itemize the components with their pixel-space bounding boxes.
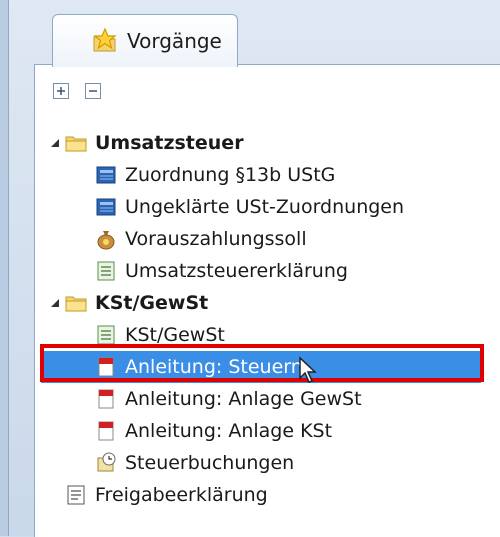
pdf-icon [98, 421, 114, 441]
tree-item-label: Ungeklärte USt-Zuordnungen [125, 196, 405, 218]
ledger-icon [96, 198, 116, 216]
tab-label: Vorgänge [127, 29, 222, 53]
form-icon [97, 325, 115, 345]
tree-group-umsatzsteuer[interactable]: Umsatzsteuer [49, 127, 244, 159]
tree-item-label: Umsatzsteuererklärung [125, 260, 348, 282]
tree-item[interactable]: Steuerbuchungen [95, 447, 294, 479]
left-frame [0, 0, 9, 536]
pdf-icon [98, 389, 114, 409]
tree-item[interactable]: Zuordnung §13b UStG [95, 159, 335, 191]
expand-all-icon[interactable] [53, 83, 69, 99]
collapse-all-icon[interactable] [85, 83, 101, 99]
doc-icon [67, 485, 85, 505]
tree-panel: Umsatzsteuer Zuordnung §13b UStG Ungeklä… [34, 64, 500, 537]
star-folder-icon [91, 27, 119, 55]
tree-item-label: Vorauszahlungssoll [125, 228, 307, 250]
money-bag-icon [97, 231, 115, 250]
folder-icon [65, 296, 87, 312]
tree-item-label: Steuerbuchungen [125, 452, 295, 474]
tab-vorgaenge[interactable]: Vorgänge [52, 14, 238, 67]
tree-group-label: KSt/GewSt [95, 292, 209, 314]
tree-item-label: Zuordnung §13b UStG [125, 164, 336, 186]
expanded-arrow-icon [51, 299, 59, 307]
tree-item[interactable]: Anleitung: Anlage KSt [95, 415, 332, 447]
tree-item-label: Anleitung: Anlage GewSt [125, 388, 362, 410]
tree-item-root[interactable]: Freigabeerklärung [65, 479, 268, 511]
folder-icon [65, 136, 87, 152]
highlight-box [40, 344, 484, 382]
tree-item-label: Freigabeerklärung [95, 484, 268, 506]
expanded-arrow-icon [51, 139, 59, 147]
clock-doc-icon [97, 452, 116, 472]
tree-item-label: KSt/GewSt [125, 324, 225, 346]
tree-item[interactable]: Anleitung: Anlage GewSt [95, 383, 362, 415]
tree-item[interactable]: Ungeklärte USt-Zuordnungen [95, 191, 404, 223]
tree-group-kst-gewst[interactable]: KSt/GewSt [49, 287, 208, 319]
tree-item-label: Anleitung: Anlage KSt [125, 420, 333, 442]
tree-item[interactable]: Vorauszahlungssoll [95, 223, 307, 255]
ledger-icon [96, 166, 116, 184]
mouse-cursor-icon [299, 356, 317, 383]
tree-item[interactable]: Umsatzsteuererklärung [95, 255, 348, 287]
form-icon [97, 261, 115, 281]
tree-group-label: Umsatzsteuer [95, 132, 244, 154]
